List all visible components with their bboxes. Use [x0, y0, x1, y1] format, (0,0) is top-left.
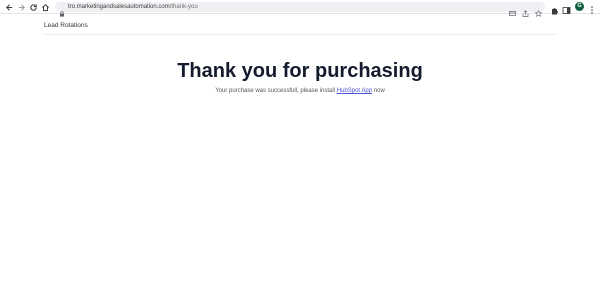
forward-icon[interactable] [16, 2, 26, 12]
url-host: tro.marketingandsalesautomation.com [68, 4, 170, 10]
url-text[interactable]: tro.marketingandsalesautomation.com/than… [68, 2, 198, 12]
back-icon[interactable] [4, 2, 14, 12]
hubspot-app-link[interactable]: HubSpot App [337, 88, 372, 94]
avatar[interactable]: G [575, 2, 584, 11]
home-icon[interactable] [40, 2, 50, 12]
bookmark-star-icon[interactable] [534, 4, 543, 17]
page-title: Thank you for purchasing [177, 60, 423, 82]
extensions-icon[interactable] [550, 2, 559, 15]
site-brand[interactable]: Lead Rotations [44, 22, 88, 29]
address-bar[interactable]: tro.marketingandsalesautomation.com/than… [55, 2, 545, 17]
sidepanel-icon[interactable] [562, 2, 571, 14]
card-icon[interactable] [509, 4, 516, 16]
site-header: Lead Rotations [43, 14, 557, 35]
message-text-before: Your purchase was successfull, please in… [215, 88, 336, 94]
menu-icon[interactable] [589, 2, 595, 14]
reload-icon[interactable] [28, 2, 38, 12]
lock-icon[interactable] [59, 4, 65, 17]
purchase-message: Your purchase was successfull, please in… [0, 88, 600, 94]
message-text-after: now [373, 88, 385, 94]
share-icon[interactable] [522, 4, 529, 17]
browser-toolbar: tro.marketingandsalesautomation.com/than… [0, 0, 600, 17]
url-path: /thank-you [169, 4, 198, 10]
